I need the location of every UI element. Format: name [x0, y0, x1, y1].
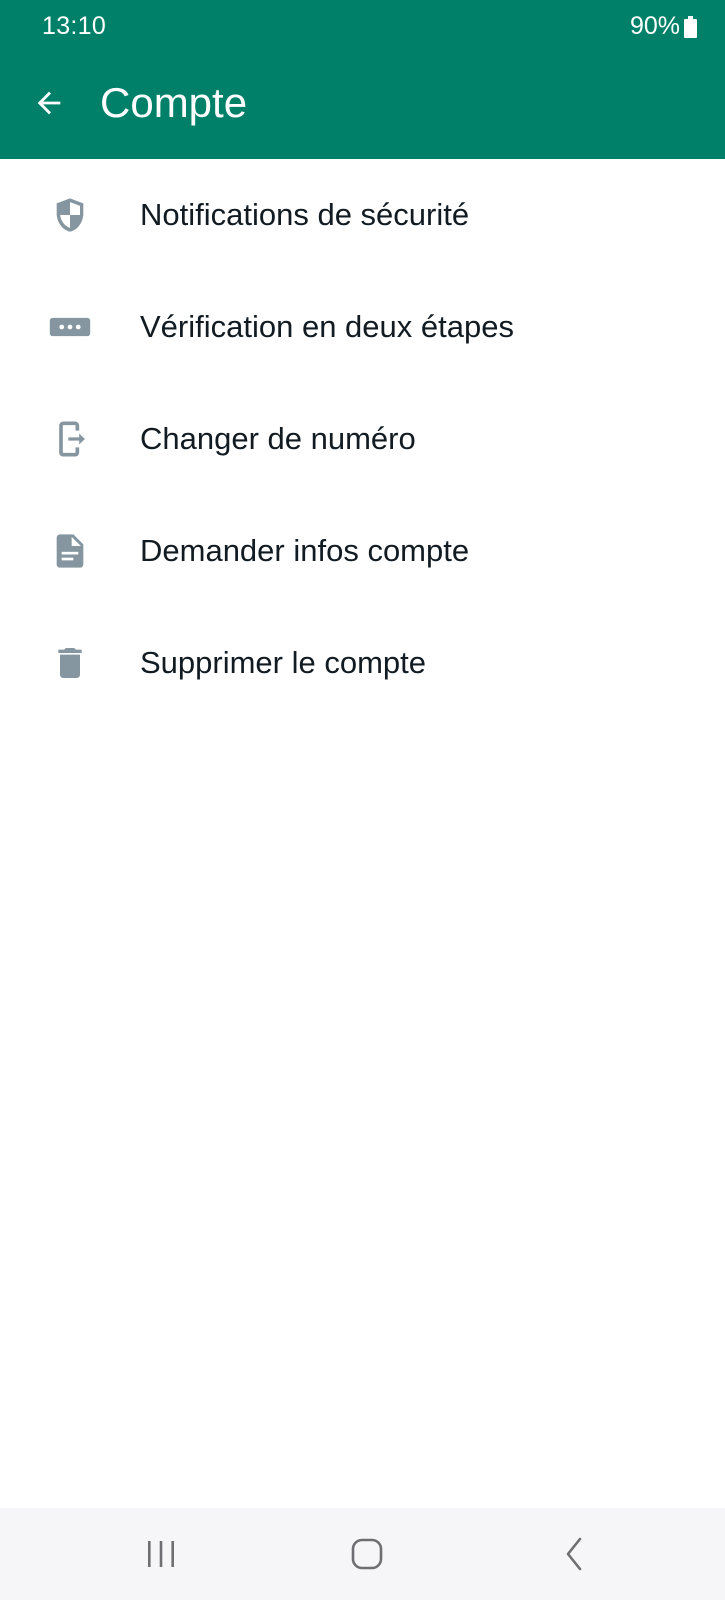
- screen: 13:10 90% Compte Notifications de sécuri…: [0, 0, 725, 1600]
- menu-item-request-account-info[interactable]: Demander infos compte: [0, 495, 725, 607]
- arrow-left-icon: [37, 91, 61, 115]
- menu-item-label: Demander infos compte: [140, 533, 470, 568]
- menu-item-change-number[interactable]: Changer de numéro: [0, 383, 725, 495]
- battery-icon: [684, 15, 697, 38]
- status-time: 13:10: [42, 12, 107, 40]
- home-button[interactable]: [332, 1522, 402, 1586]
- page-title: Compte: [100, 79, 248, 126]
- battery-percent: 90%: [629, 12, 680, 40]
- menu-item-two-step-verification[interactable]: Vérification en deux étapes: [0, 271, 725, 383]
- status-right: 90%: [630, 12, 697, 41]
- app-bar: Compte: [0, 52, 725, 159]
- status-bar: 13:10 90%: [0, 0, 725, 52]
- account-settings-list: Notifications de sécurité Vérification e…: [0, 159, 725, 719]
- home-icon: [351, 1538, 383, 1570]
- trash-icon: [44, 637, 96, 689]
- chevron-left-icon: [566, 1537, 582, 1571]
- menu-item-label: Changer de numéro: [140, 421, 416, 456]
- password-dots-icon: [44, 301, 96, 353]
- menu-item-delete-account[interactable]: Supprimer le compte: [0, 607, 725, 719]
- nav-back-button[interactable]: [540, 1522, 610, 1586]
- recents-button[interactable]: [126, 1522, 196, 1586]
- phone-transfer-icon: [44, 413, 96, 465]
- menu-item-label: Notifications de sécurité: [140, 197, 470, 232]
- system-navigation-bar: [0, 1508, 725, 1600]
- menu-item-label: Supprimer le compte: [140, 645, 427, 680]
- document-icon: [44, 525, 96, 577]
- shield-icon: [44, 189, 96, 241]
- recents-icon: [148, 1541, 174, 1567]
- back-button[interactable]: [24, 78, 74, 128]
- menu-item-security-notifications[interactable]: Notifications de sécurité: [0, 159, 725, 271]
- menu-item-label: Vérification en deux étapes: [140, 309, 514, 344]
